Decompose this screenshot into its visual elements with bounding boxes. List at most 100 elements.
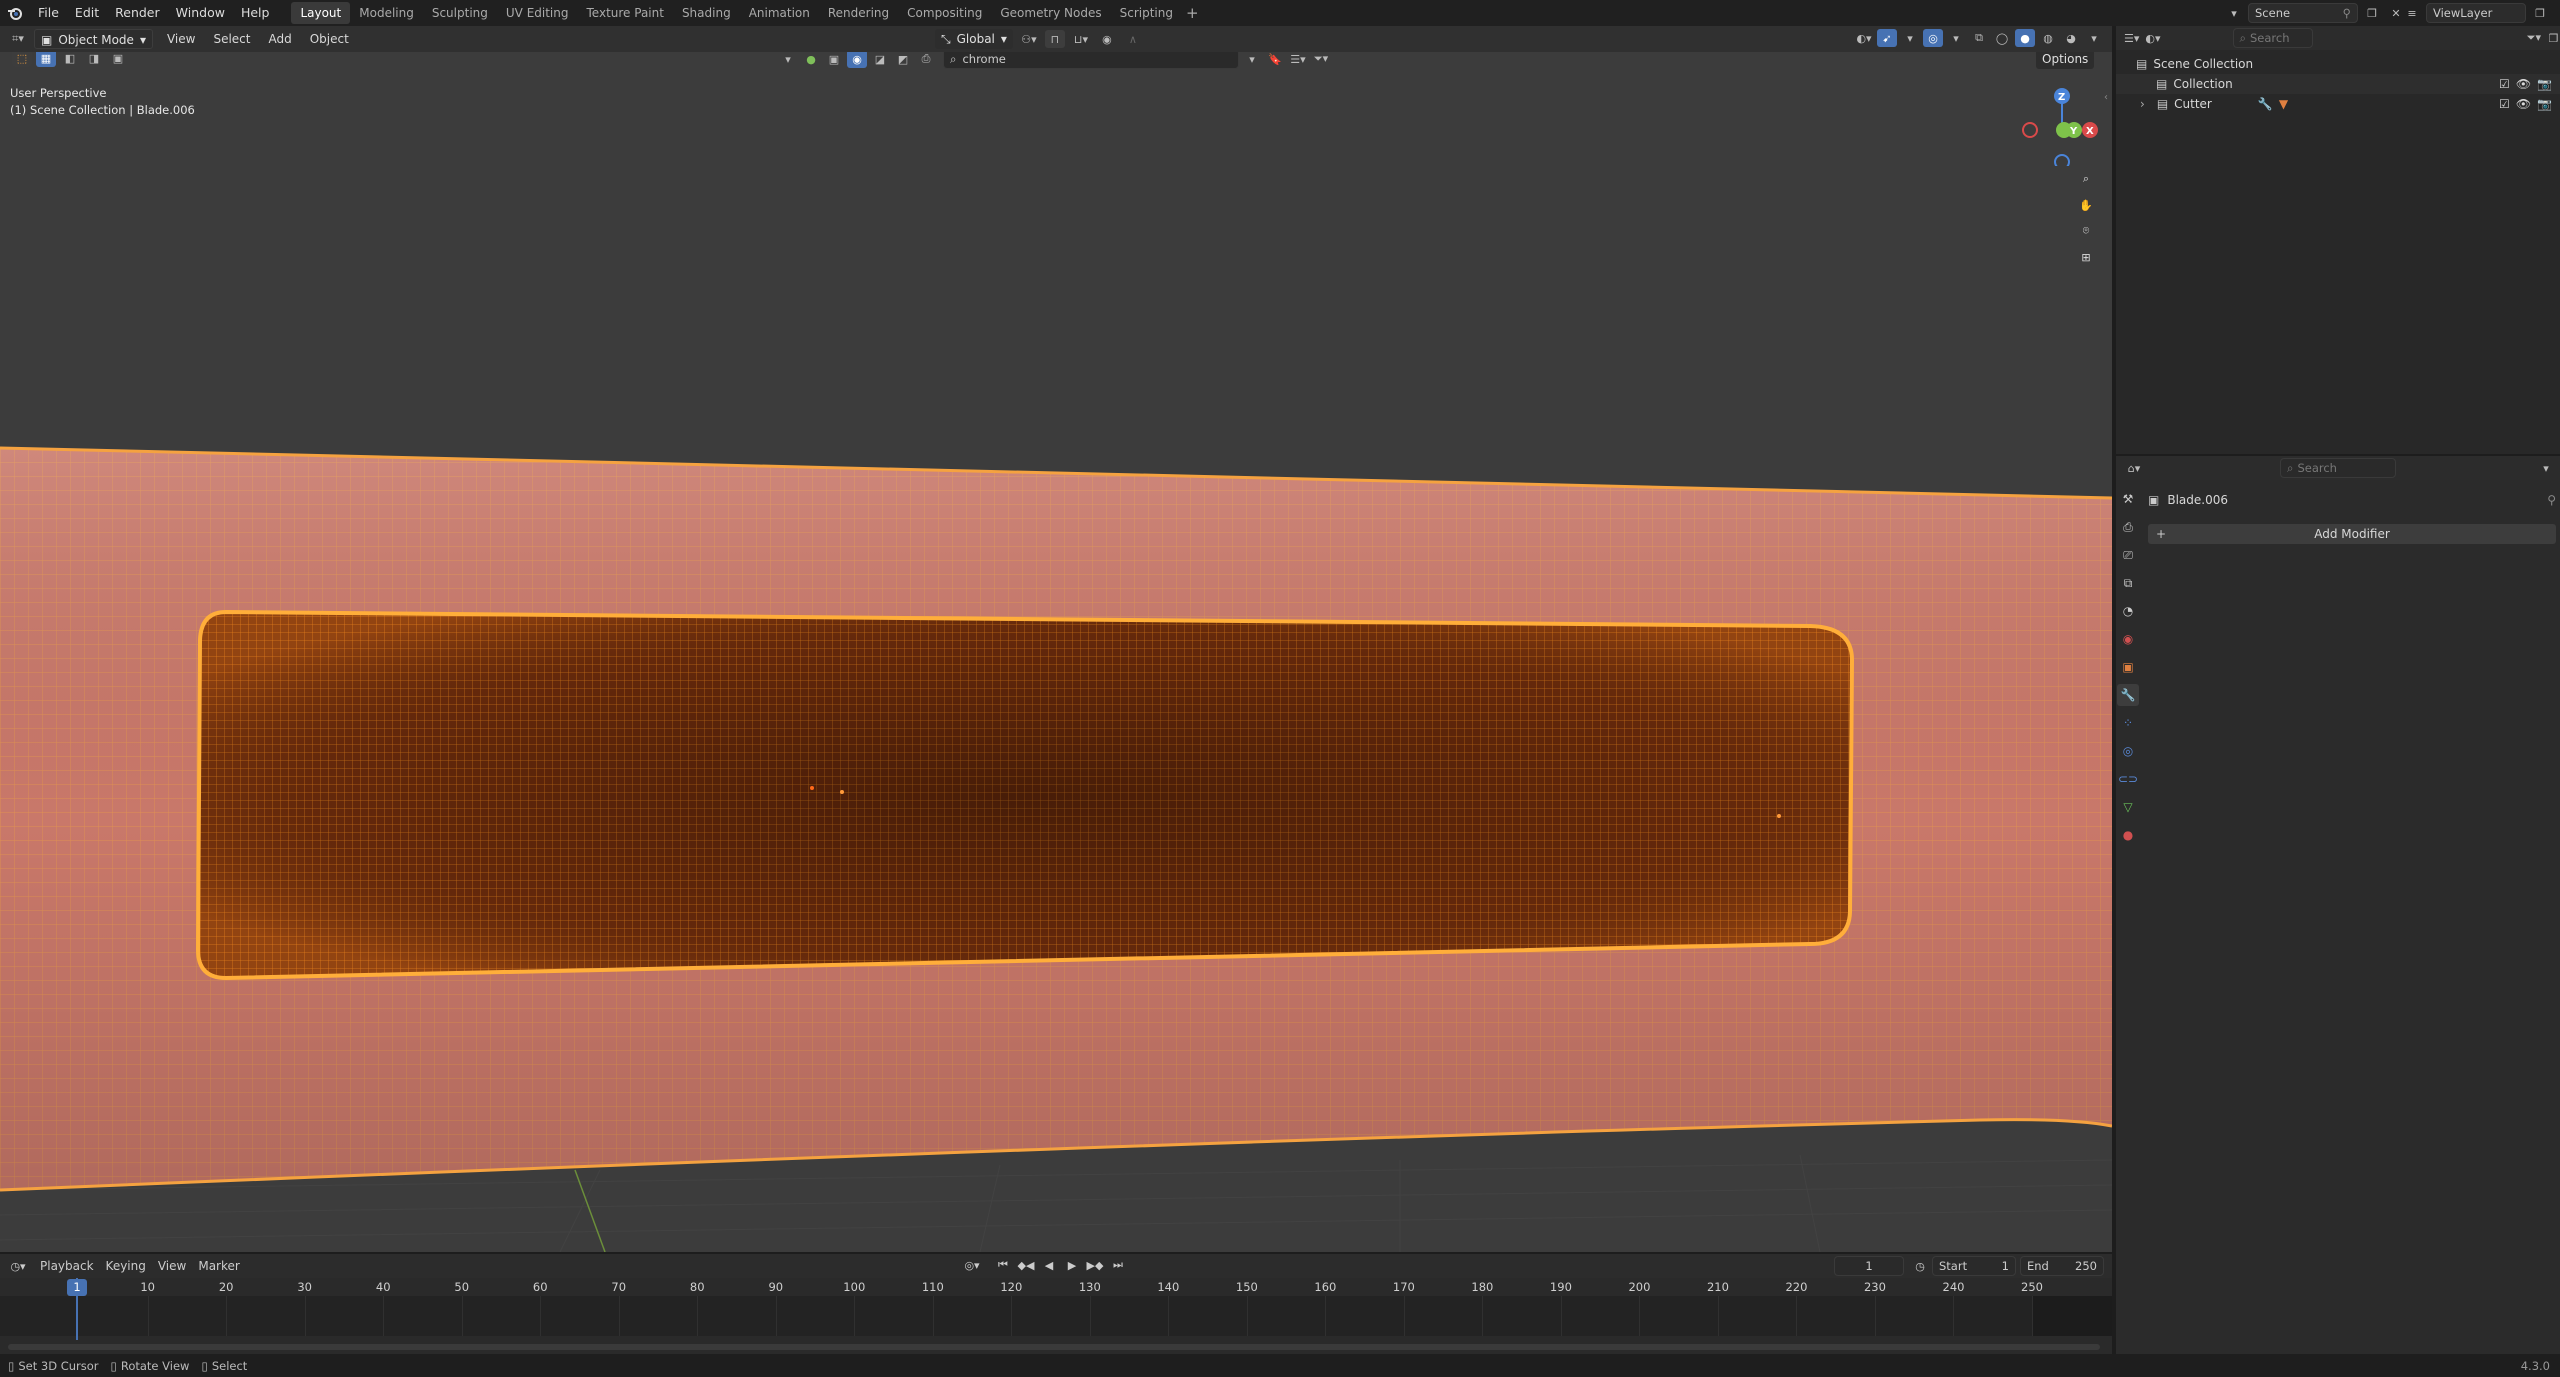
menu-window[interactable]: Window — [168, 0, 233, 26]
timeline-menu-view[interactable]: View — [158, 1259, 186, 1273]
editor-type-icon[interactable]: ⌗▾ — [8, 30, 28, 48]
select-tool-icon[interactable]: ⬚ — [12, 52, 32, 67]
edge-mode-icon[interactable]: ◉ — [847, 52, 867, 68]
camera-icon[interactable]: 📷 — [2537, 97, 2552, 111]
mode-selector[interactable]: ▣ Object Mode ▾ — [34, 29, 153, 49]
view-layer-icon[interactable]: ≡ — [2402, 4, 2422, 22]
search-options-icon[interactable]: ▾ — [1242, 52, 1262, 68]
object-types-icon[interactable]: ● — [801, 52, 821, 68]
timeline-menu-keying[interactable]: Keying — [106, 1259, 146, 1273]
filter-icon-b[interactable]: ⎙ — [916, 52, 936, 68]
constraints-tab-icon[interactable]: ⊂⊃ — [2117, 768, 2139, 790]
outliner-row-collection[interactable]: ▤ Collection ☑ 👁 📷 — [2116, 74, 2560, 94]
pan-hand-icon[interactable]: ✋ — [2076, 196, 2096, 214]
falloff-icon[interactable]: ∧ — [1123, 30, 1143, 48]
orientation-selector[interactable]: ⤡ Global ▾ — [935, 29, 1013, 49]
properties-search[interactable]: ⌕ Search — [2280, 458, 2396, 478]
scene-icon[interactable]: ▾ — [2224, 4, 2244, 22]
delete-view-layer-icon[interactable]: ✕ — [2554, 4, 2560, 22]
checkbox-icon[interactable]: ☑ — [2499, 97, 2510, 111]
jump-start-icon[interactable]: ⏮ — [993, 1256, 1013, 1274]
view-layer-tab-icon[interactable]: ⧉ — [2117, 572, 2139, 594]
expand-arrow-icon[interactable]: › — [2140, 97, 2145, 111]
zoom-icon[interactable]: ⌕ — [2076, 170, 2096, 188]
viewport-menu-select[interactable]: Select — [205, 29, 258, 49]
modifier-tab-icon[interactable]: 🔧 — [2117, 684, 2139, 706]
camera-view-icon[interactable]: ⌾ — [2076, 222, 2096, 240]
add-workspace-button[interactable]: + — [1186, 4, 1199, 22]
tab-animation[interactable]: Animation — [740, 2, 819, 24]
tab-uv-editing[interactable]: UV Editing — [497, 2, 578, 24]
rendered-shading-icon[interactable]: ◕ — [2061, 29, 2081, 47]
particles-tab-icon[interactable]: ⁘ — [2117, 712, 2139, 734]
properties-editor-icon[interactable]: ⌂▾ — [2124, 459, 2144, 477]
material-shading-icon[interactable]: ◍ — [2038, 29, 2058, 47]
select-extend-icon[interactable]: ◧ — [60, 52, 80, 67]
render-tab-icon[interactable]: ⎙ — [2117, 516, 2139, 538]
timeline-ruler[interactable]: 1 10 20 30 40 50 60 70 80 90 100 110 120 130 140 150 160… — [0, 1278, 2112, 1354]
gizmo-dropdown-icon[interactable]: ▾ — [1900, 29, 1920, 47]
new-view-layer-icon[interactable]: ❐ — [2530, 4, 2550, 22]
timeline-editor-icon[interactable]: ◷▾ — [8, 1257, 28, 1275]
play-reverse-icon[interactable]: ◀ — [1039, 1256, 1059, 1274]
add-modifier-button[interactable]: + Add Modifier — [2148, 524, 2556, 544]
shading-dropdown-icon[interactable]: ▾ — [2084, 29, 2104, 47]
timeline-scrollbar[interactable] — [8, 1344, 2100, 1350]
start-frame-field[interactable]: Start 1 — [1932, 1256, 2016, 1276]
solid-shading-icon[interactable]: ● — [2015, 29, 2035, 47]
current-frame-field[interactable]: 1 — [1834, 1256, 1904, 1276]
camera-icon[interactable]: 📷 — [2537, 77, 2552, 91]
wireframe-shading-icon[interactable]: ◯ — [1992, 29, 2012, 47]
menu-render[interactable]: Render — [107, 0, 168, 26]
eye-icon[interactable]: 👁 — [2516, 77, 2531, 91]
next-keyframe-icon[interactable]: ▶◆ — [1085, 1256, 1105, 1274]
eye-icon[interactable]: 👁 — [2516, 97, 2531, 111]
tab-modeling[interactable]: Modeling — [350, 2, 423, 24]
funnel-icon[interactable]: ⏷▾ — [1311, 52, 1331, 68]
viewport-menu-object[interactable]: Object — [302, 29, 357, 49]
perspective-toggle-icon[interactable]: ⊞ — [2076, 248, 2096, 266]
navigation-gizmo[interactable]: Z X Y — [2016, 56, 2106, 170]
bookmark-icon[interactable]: 🔖 — [1265, 52, 1285, 68]
checkbox-icon[interactable]: ☑ — [2499, 77, 2510, 91]
auto-keying-icon[interactable]: ◎▾ — [962, 1256, 982, 1274]
tab-rendering[interactable]: Rendering — [819, 2, 898, 24]
select-box-mode-icon[interactable]: ▦ — [36, 52, 56, 67]
gizmo-toggle-icon[interactable]: ➹ — [1877, 29, 1897, 47]
select-intersect-icon[interactable]: ▣ — [108, 52, 128, 67]
prev-keyframe-icon[interactable]: ◆◀ — [1016, 1256, 1036, 1274]
chevron-down-icon[interactable]: ▾ — [778, 52, 798, 68]
playhead-frame-label[interactable]: 1 — [67, 1279, 87, 1296]
proportional-edit-icon[interactable]: ◉ — [1097, 30, 1117, 48]
tab-compositing[interactable]: Compositing — [898, 2, 991, 24]
output-tab-icon[interactable]: ⎚ — [2117, 544, 2139, 566]
viewport-menu-add[interactable]: Add — [260, 29, 299, 49]
data-tab-icon[interactable]: ▽ — [2117, 796, 2139, 818]
new-scene-icon[interactable]: ❐ — [2362, 4, 2382, 22]
vertex-mode-icon[interactable]: ▣ — [824, 52, 844, 68]
select-subtract-icon[interactable]: ◨ — [84, 52, 104, 67]
tool-tab-icon[interactable]: ⚒ — [2117, 488, 2139, 510]
filter-icon-a[interactable]: ◩ — [893, 52, 913, 68]
view-layer-selector[interactable]: ViewLayer — [2426, 3, 2526, 23]
overlays-dropdown-icon[interactable]: ▾ — [1946, 29, 1966, 47]
keyframe-area[interactable] — [0, 1296, 2112, 1336]
outliner-row-scene-collection[interactable]: ▤ Scene Collection — [2116, 54, 2560, 74]
object-tab-icon[interactable]: ▣ — [2117, 656, 2139, 678]
menu-edit[interactable]: Edit — [67, 0, 107, 26]
viewport-search[interactable]: ⌕ chrome — [943, 52, 1239, 69]
overlays-toggle-icon[interactable]: ◎ — [1923, 29, 1943, 47]
play-icon[interactable]: ▶ — [1062, 1256, 1082, 1274]
material-tab-icon[interactable]: ● — [2117, 824, 2139, 846]
tab-geometry-nodes[interactable]: Geometry Nodes — [991, 2, 1110, 24]
scene-tab-icon[interactable]: ◔ — [2117, 600, 2139, 622]
3d-viewport[interactable]: User Perspective (1) Scene Collection | … — [0, 52, 2112, 1252]
tab-texture-paint[interactable]: Texture Paint — [578, 2, 673, 24]
menu-file[interactable]: File — [30, 0, 67, 26]
tab-layout[interactable]: Layout — [291, 2, 351, 24]
viewport-menu-view[interactable]: View — [159, 29, 203, 49]
view-options-icon[interactable]: ☰▾ — [1288, 52, 1308, 68]
tab-sculpting[interactable]: Sculpting — [423, 2, 497, 24]
display-mode-icon[interactable]: ◐▾ — [2145, 29, 2160, 47]
xray-icon[interactable]: ⧉ — [1969, 29, 1989, 47]
